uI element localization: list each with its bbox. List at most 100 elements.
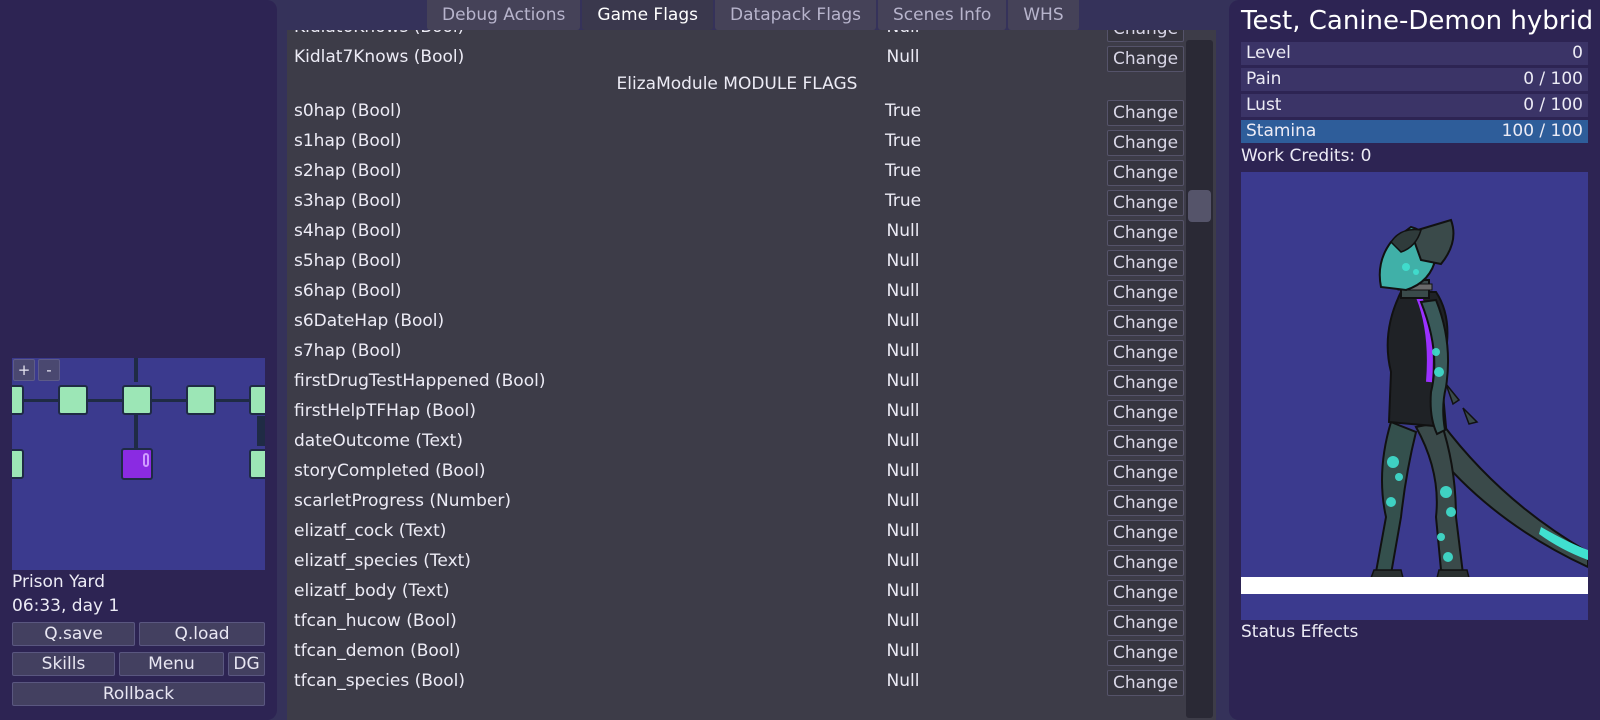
character-name: Test, Canine-Demon hybrid <box>1241 6 1594 36</box>
flag-row: elizatf_species (Text) Null Change <box>287 548 1187 578</box>
flag-name: s4hap (Bool) <box>294 221 402 241</box>
flag-value: Null <box>886 461 920 481</box>
work-credits: Work Credits: 0 <box>1241 146 1372 166</box>
flag-name: elizatf_species (Text) <box>294 551 471 571</box>
change-flag-button[interactable]: Change <box>1107 250 1184 276</box>
change-flag-button[interactable]: Change <box>1107 280 1184 306</box>
quick-load-button[interactable]: Q.load <box>139 622 265 646</box>
stat-lust: Lust 0 / 100 <box>1241 94 1588 117</box>
flag-value: True <box>884 191 922 211</box>
flag-row: s2hap (Bool) True Change <box>287 158 1187 188</box>
character-illustration <box>1369 218 1588 579</box>
flag-name: s0hap (Bool) <box>294 101 402 121</box>
flag-value: Null <box>886 611 920 631</box>
flag-value: True <box>884 101 922 121</box>
tab-whs[interactable]: WHS <box>1008 0 1079 30</box>
stat-value: 0 / 100 <box>1523 95 1583 115</box>
flag-value: True <box>884 161 922 181</box>
flag-row: s3hap (Bool) True Change <box>287 188 1187 218</box>
change-flag-button[interactable]: Change <box>1107 400 1184 426</box>
change-flag-button[interactable]: Change <box>1107 610 1184 636</box>
flag-row: s7hap (Bool) Null Change <box>287 338 1187 368</box>
flag-row: Kidlat6Knows (Bool) Null Change <box>287 30 1187 44</box>
flag-name: storyCompleted (Bool) <box>294 461 486 481</box>
flag-name: tfcan_species (Bool) <box>294 671 466 691</box>
flag-value: Null <box>886 47 920 67</box>
change-flag-button[interactable]: Change <box>1107 550 1184 576</box>
debug-tabs: Debug Actions Game Flags Datapack Flags … <box>427 0 1081 30</box>
rollback-button[interactable]: Rollback <box>12 682 265 706</box>
tab-scenes-info[interactable]: Scenes Info <box>877 0 1007 30</box>
change-flag-button[interactable]: Change <box>1107 670 1184 696</box>
scrollbar-thumb[interactable] <box>1188 190 1211 222</box>
flag-value: Null <box>886 581 920 601</box>
status-effects-title: Status Effects <box>1241 622 1359 642</box>
flag-name: dateOutcome (Text) <box>294 431 463 451</box>
flag-value: Null <box>886 341 920 361</box>
flags-list: Kidlat6Knows (Bool)NullChangeKidlat7Know… <box>287 30 1187 698</box>
change-flag-button[interactable]: Change <box>1107 430 1184 456</box>
stat-value: 0 / 100 <box>1523 69 1583 89</box>
change-flag-button[interactable]: Change <box>1107 100 1184 126</box>
flag-name: firstDrugTestHappened (Bool) <box>294 371 546 391</box>
change-flag-button[interactable]: Change <box>1107 30 1184 42</box>
flag-name: s1hap (Bool) <box>294 131 402 151</box>
flag-row: scarletProgress (Number) Null Change <box>287 488 1187 518</box>
map-zoom-in-button[interactable]: + <box>13 359 35 381</box>
character-portrait <box>1241 172 1588 620</box>
flags-panel: Kidlat6Knows (Bool)NullChangeKidlat7Know… <box>287 30 1216 720</box>
map-room <box>12 385 24 415</box>
flag-row: tfcan_species (Bool) Null Change <box>287 668 1187 698</box>
flag-value: True <box>884 131 922 151</box>
flag-value: Null <box>886 281 920 301</box>
flag-value: Null <box>886 221 920 241</box>
map-room <box>186 385 216 415</box>
change-flag-button[interactable]: Change <box>1107 580 1184 606</box>
change-flag-button[interactable]: Change <box>1107 370 1184 396</box>
stat-pain: Pain 0 / 100 <box>1241 68 1588 91</box>
change-flag-button[interactable]: Change <box>1107 520 1184 546</box>
change-flag-button[interactable]: Change <box>1107 310 1184 336</box>
flag-row: elizatf_body (Text) Null Change <box>287 578 1187 608</box>
portrait-floor <box>1241 577 1588 594</box>
change-flag-button[interactable]: Change <box>1107 220 1184 246</box>
change-flag-button[interactable]: Change <box>1107 640 1184 666</box>
flag-value: Null <box>886 491 920 511</box>
change-flag-button[interactable]: Change <box>1107 160 1184 186</box>
flag-name: elizatf_body (Text) <box>294 581 450 601</box>
debug-button[interactable]: DG <box>228 652 265 676</box>
flag-value: Null <box>886 311 920 331</box>
flag-name: tfcan_hucow (Bool) <box>294 611 457 631</box>
game-time: 06:33, day 1 <box>12 596 120 616</box>
change-flag-button[interactable]: Change <box>1107 190 1184 216</box>
change-flag-button[interactable]: Change <box>1107 460 1184 486</box>
menu-button[interactable]: Menu <box>119 652 224 676</box>
map-zoom-out-button[interactable]: - <box>38 359 60 381</box>
skills-button[interactable]: Skills <box>12 652 115 676</box>
stat-label: Level <box>1246 43 1291 63</box>
flag-row: s6hap (Bool) Null Change <box>287 278 1187 308</box>
flag-value: Null <box>886 671 920 691</box>
map-corridor <box>134 358 138 382</box>
quick-save-button[interactable]: Q.save <box>12 622 135 646</box>
tab-game-flags[interactable]: Game Flags <box>582 0 714 30</box>
flag-name: scarletProgress (Number) <box>294 491 511 511</box>
stat-label: Pain <box>1246 69 1282 89</box>
stat-label: Lust <box>1246 95 1282 115</box>
module-header-text: ElizaModule MODULE FLAGS <box>616 74 858 94</box>
change-flag-button[interactable]: Change <box>1107 130 1184 156</box>
flag-row: tfcan_demon (Bool) Null Change <box>287 638 1187 668</box>
flag-name: s5hap (Bool) <box>294 251 402 271</box>
tab-debug-actions[interactable]: Debug Actions <box>427 0 581 30</box>
change-flag-button[interactable]: Change <box>1107 46 1184 72</box>
change-flag-button[interactable]: Change <box>1107 490 1184 516</box>
flags-scrollbar[interactable] <box>1186 40 1213 718</box>
tail-spikes <box>1445 383 1479 425</box>
flag-value: Null <box>886 521 920 541</box>
flag-name: s6DateHap (Bool) <box>294 311 445 331</box>
change-flag-button[interactable]: Change <box>1107 340 1184 366</box>
tab-datapack-flags[interactable]: Datapack Flags <box>715 0 876 30</box>
map-room <box>12 449 24 479</box>
map-room <box>249 449 265 479</box>
flag-row: s1hap (Bool) True Change <box>287 128 1187 158</box>
